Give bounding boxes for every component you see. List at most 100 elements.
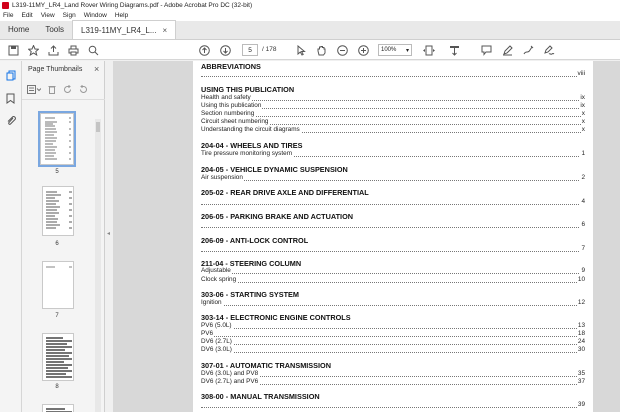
thumbnail-page-5[interactable] — [38, 111, 76, 167]
leader-dots — [201, 204, 585, 205]
previous-page-icon[interactable] — [197, 43, 211, 57]
panel-toolbar — [27, 83, 101, 97]
highlight-pen-icon[interactable] — [500, 43, 514, 57]
page-thumbnails-icon[interactable] — [4, 69, 17, 82]
toc-heading: 307-01 - AUTOMATIC TRANSMISSION — [201, 361, 332, 370]
toc-row[interactable]: DV6 (2.7L) and PV6 37 — [201, 378, 585, 386]
thumbnail-page-7[interactable] — [42, 261, 74, 309]
toc-entry: Clock spring — [201, 276, 238, 283]
toc-heading: 204-05 - VEHICLE DYNAMIC SUSPENSION — [201, 165, 348, 174]
toc-page: ix — [579, 102, 585, 109]
toc-row[interactable]: PV6 (5.0L) 13 — [201, 322, 585, 330]
tab-document-label: L319-11MY_LR4_L... — [81, 25, 157, 35]
toc-row[interactable]: DV6 (2.7L) 24 — [201, 338, 585, 346]
toc-entry: Tire pressure monitoring system — [201, 150, 294, 157]
toc-page: 39 — [576, 401, 585, 408]
tab-home-label: Home — [8, 25, 30, 34]
toc-row[interactable]: Health and safety ix — [201, 94, 585, 102]
toc-row[interactable]: 4 — [201, 198, 585, 206]
toc-heading: 303-14 - ELECTRONIC ENGINE CONTROLS — [201, 313, 351, 322]
zoom-out-icon[interactable] — [335, 43, 349, 57]
close-panel-icon[interactable]: × — [94, 64, 99, 74]
draw-icon[interactable] — [521, 43, 535, 57]
thumbnail-page-9[interactable] — [42, 404, 74, 412]
panel-collapse-icon[interactable]: ◂ — [107, 230, 110, 237]
menu-help[interactable]: Help — [115, 12, 128, 19]
rotate-page-counter-icon[interactable] — [79, 84, 88, 96]
menu-sign[interactable]: Sign — [63, 12, 76, 19]
menu-window[interactable]: Window — [84, 12, 107, 19]
thumbnail-label-5: 5 — [55, 169, 59, 175]
toc-page: ix — [579, 94, 585, 101]
menu-edit[interactable]: Edit — [21, 12, 32, 19]
toc-row[interactable]: Clock spring 10 — [201, 276, 585, 284]
select-cursor-icon[interactable] — [294, 43, 308, 57]
toc-entry: Air suspension — [201, 174, 244, 181]
tab-close-icon[interactable]: × — [163, 26, 168, 35]
fill-sign-icon[interactable] — [542, 43, 556, 57]
toc-page: 7 — [580, 245, 585, 252]
toc-page: 6 — [580, 221, 585, 228]
toc-row[interactable]: Using this publication ix — [201, 102, 585, 110]
zoom-select[interactable]: 100% ▾ — [378, 44, 412, 56]
toc-row[interactable]: Air suspension 2 — [201, 174, 585, 182]
leader-dots — [201, 76, 585, 77]
toc-row[interactable]: Ignition 12 — [201, 299, 585, 307]
document-view[interactable]: ABBREVIATIONS viii USING THIS PUBLICATIO… — [113, 61, 620, 412]
print-icon[interactable] — [66, 43, 80, 57]
fit-page-icon[interactable] — [422, 43, 436, 57]
save-icon[interactable] — [6, 43, 20, 57]
thumbnail-options-icon[interactable] — [27, 84, 42, 96]
menu-file[interactable]: File — [3, 12, 13, 19]
toc-row[interactable]: Circuit sheet numbering x — [201, 118, 585, 126]
leader-dots — [201, 328, 585, 329]
upload-icon[interactable] — [46, 43, 60, 57]
toc-row[interactable]: 6 — [201, 221, 585, 229]
rotate-page-icon[interactable] — [63, 84, 72, 96]
leader-dots — [201, 305, 585, 306]
tab-document[interactable]: L319-11MY_LR4_L... × — [72, 20, 177, 39]
thumbnail-page-6[interactable] — [42, 186, 74, 236]
tab-home[interactable]: Home — [0, 20, 37, 39]
leader-dots — [201, 227, 585, 228]
thumbnails-scrollbar[interactable] — [95, 119, 101, 412]
toc-row[interactable]: Understanding the circuit diagrams x — [201, 126, 585, 134]
toc-row[interactable]: Section numbering x — [201, 110, 585, 118]
toc-row[interactable]: Tire pressure monitoring system 1 — [201, 150, 585, 158]
menu-view[interactable]: View — [41, 12, 55, 19]
toc-row[interactable]: DV6 (3.0L) 30 — [201, 346, 585, 354]
search-icon[interactable] — [86, 43, 100, 57]
toc-row[interactable]: Adjustable 9 — [201, 267, 585, 275]
leader-dots — [201, 180, 585, 181]
toc-row[interactable]: PV6 18 — [201, 330, 585, 338]
tab-tools[interactable]: Tools — [37, 20, 72, 39]
thumbnail-label-6: 6 — [55, 241, 59, 247]
thumbnails-scroll-thumb[interactable] — [96, 122, 100, 132]
page-number-input[interactable]: 5 — [242, 44, 258, 56]
thumbnail-page-8[interactable] — [42, 333, 74, 381]
next-page-icon[interactable] — [218, 43, 232, 57]
hand-tool-icon[interactable] — [314, 43, 328, 57]
toc-entry: DV6 (3.0L) — [201, 346, 233, 353]
toc-row[interactable]: viii — [201, 70, 585, 78]
toc-row[interactable]: 39 — [201, 401, 585, 409]
toc-page: viii — [576, 70, 585, 77]
leader-dots — [201, 352, 585, 353]
bookmark-star-icon[interactable] — [26, 43, 40, 57]
leader-dots — [201, 344, 585, 345]
bookmarks-icon[interactable] — [4, 92, 17, 105]
toc-page: x — [580, 110, 585, 117]
leader-dots — [201, 282, 585, 283]
comment-icon[interactable] — [479, 43, 493, 57]
zoom-value: 100% — [381, 47, 397, 53]
delete-page-icon[interactable] — [48, 85, 56, 96]
attachments-icon[interactable] — [4, 114, 17, 127]
toc-row[interactable]: DV6 (3.0L) and PV8 35 — [201, 370, 585, 378]
scroll-mode-icon[interactable] — [447, 43, 461, 57]
zoom-in-icon[interactable] — [356, 43, 370, 57]
panel-divider — [22, 99, 105, 100]
toc-page: 2 — [580, 174, 585, 181]
toc-entry: Ignition — [201, 299, 223, 306]
toc-row[interactable]: 7 — [201, 245, 585, 253]
toc-page: 18 — [576, 330, 585, 337]
